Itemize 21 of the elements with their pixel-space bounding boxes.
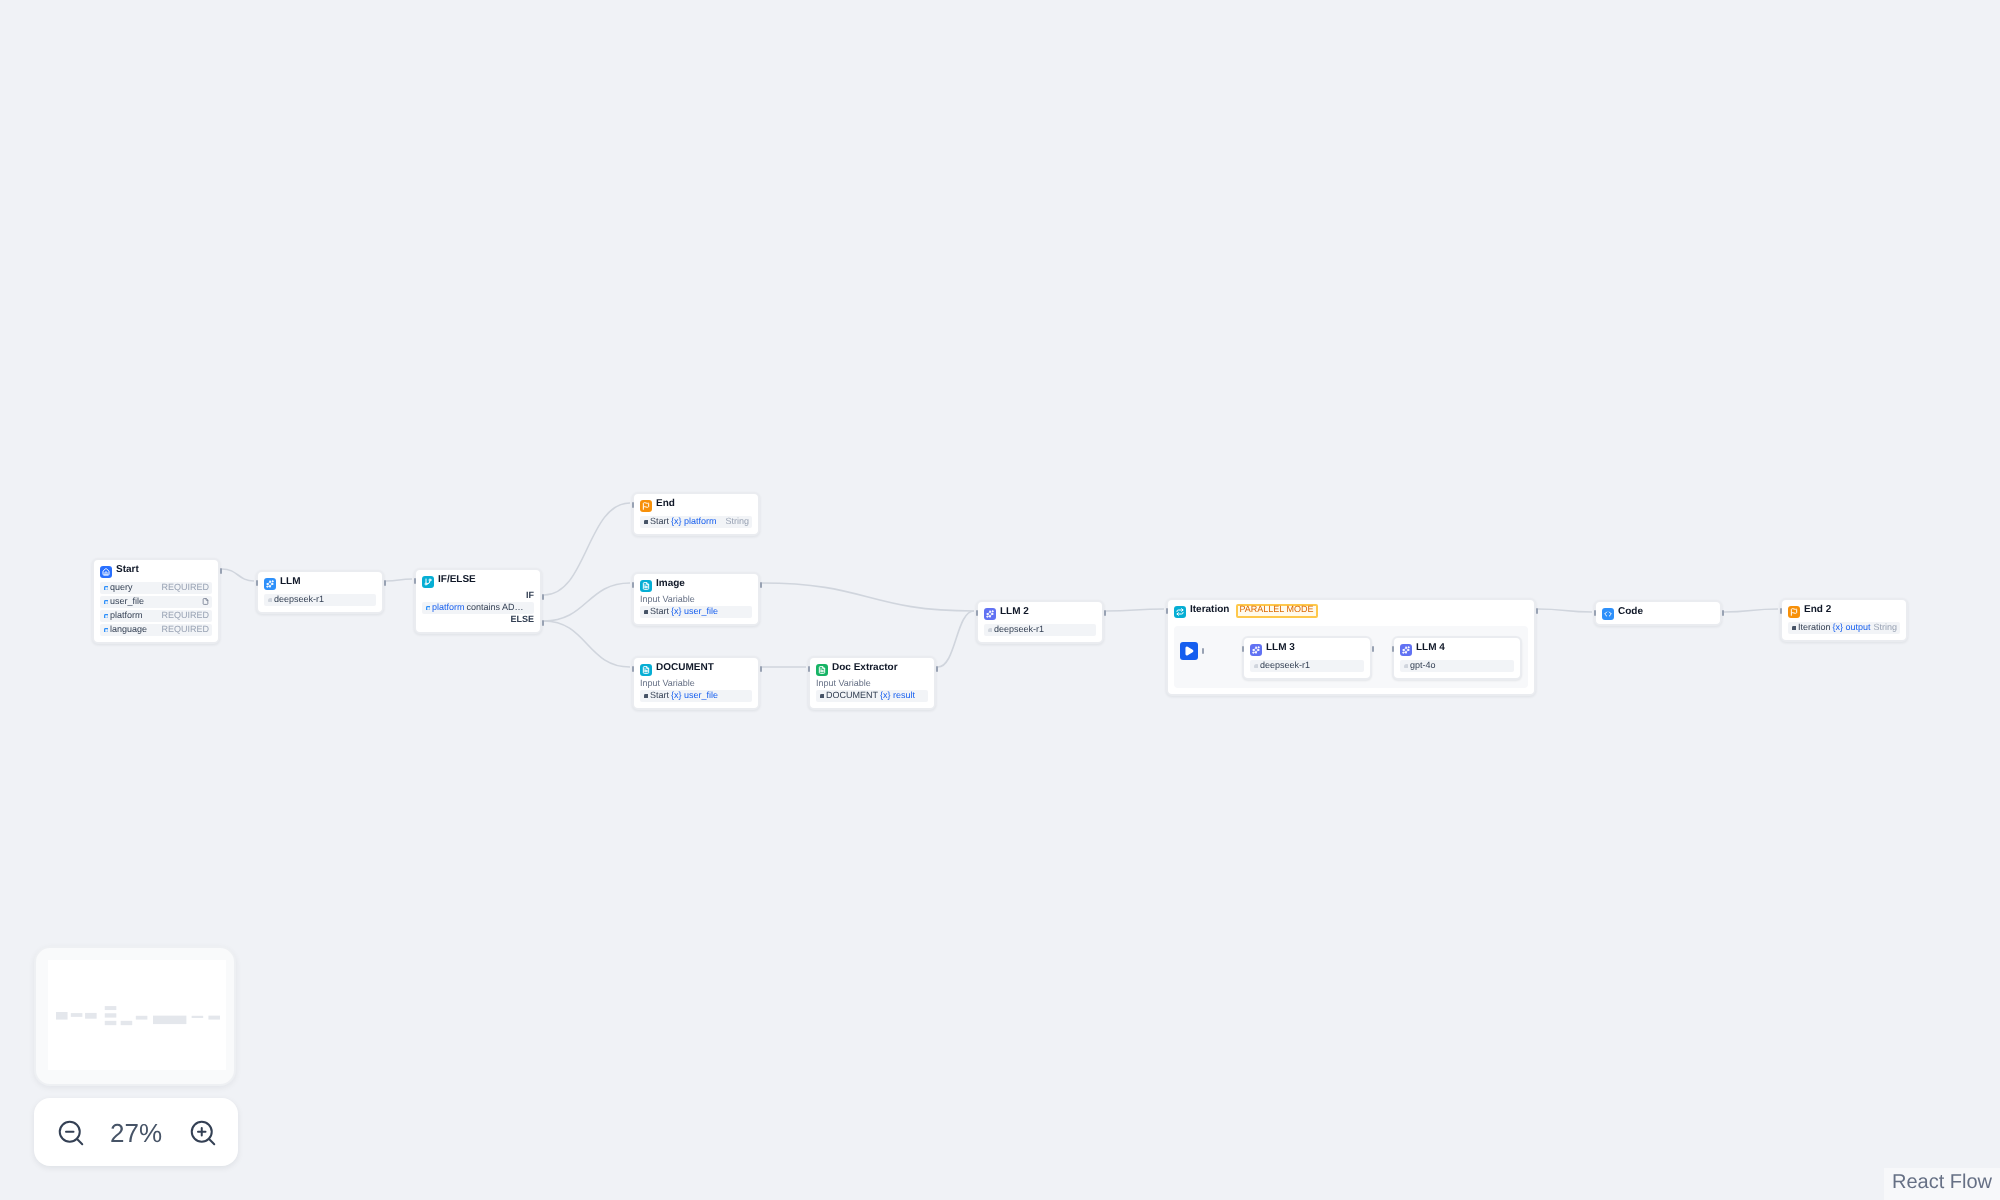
square-outline-icon (103, 627, 108, 633)
dot-icon (1253, 663, 1258, 669)
square-outline-icon (103, 613, 108, 619)
attribution-link[interactable]: React Flow (1883, 1168, 2000, 1200)
square-outline-icon (425, 605, 430, 611)
connector-edge (1537, 608, 1593, 613)
connector-edge (1723, 608, 1779, 613)
zoom-level: 27% (109, 1119, 163, 1145)
dot-icon (987, 627, 992, 633)
square-outline-icon (103, 599, 108, 605)
dot-icon (1403, 663, 1408, 669)
zoom-in-icon (187, 1117, 217, 1147)
zoom-out-icon (55, 1117, 85, 1147)
connector-edge (385, 578, 413, 582)
connector-edge (221, 568, 255, 582)
minimap[interactable] (34, 946, 236, 1086)
connector-edge (543, 620, 631, 668)
connector-edge (1105, 608, 1165, 612)
dot-icon (267, 597, 272, 603)
file-icon (202, 598, 209, 606)
square-outline-icon (103, 585, 108, 591)
